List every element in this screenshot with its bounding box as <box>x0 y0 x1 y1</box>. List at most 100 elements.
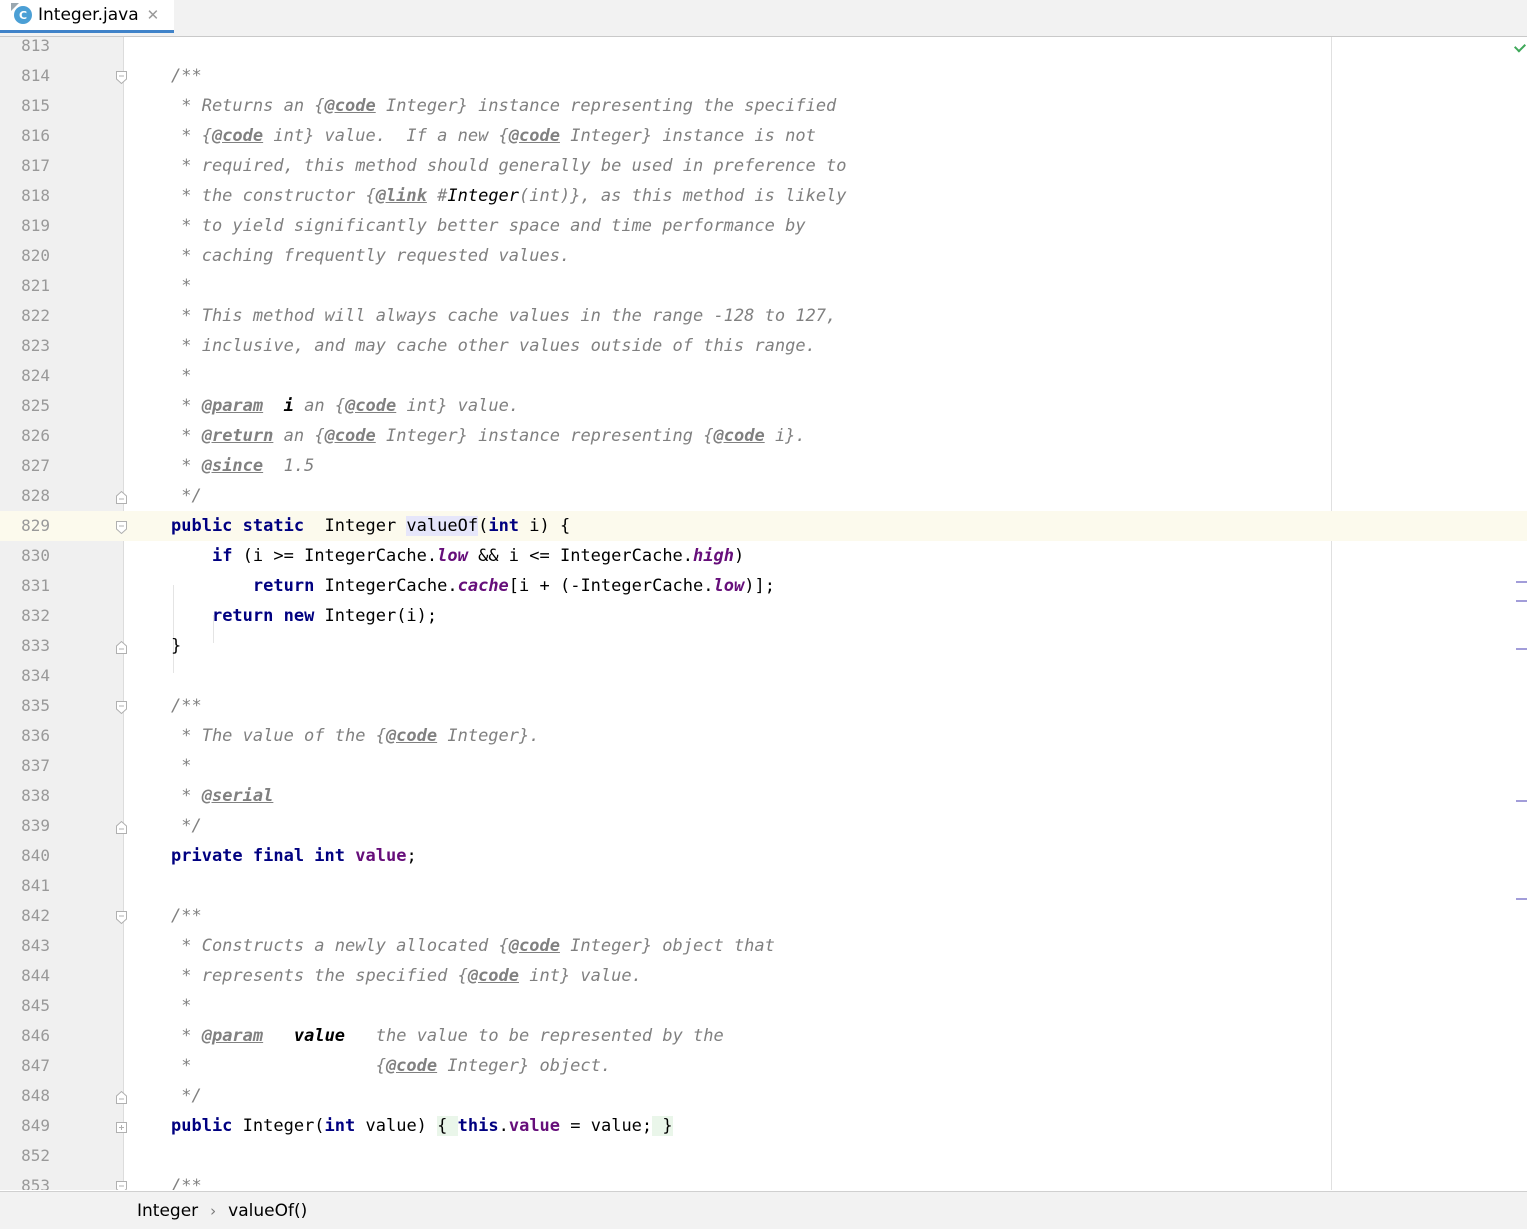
fold-marker-icon[interactable] <box>116 489 127 504</box>
line-number: 842 <box>21 906 50 925</box>
java-class-icon: C <box>14 6 32 24</box>
code-line[interactable]: 845 * <box>0 991 1527 1021</box>
code-line[interactable]: 823 * inclusive, and may cache other val… <box>0 331 1527 361</box>
code-line[interactable]: 821 * <box>0 271 1527 301</box>
code-line[interactable]: 826 * @return an {@code Integer} instanc… <box>0 421 1527 451</box>
code-token: an { <box>293 396 346 416</box>
code-token: high <box>693 546 734 566</box>
breadcrumb-item-method[interactable]: valueOf() <box>228 1201 307 1221</box>
code-token: public static <box>171 516 305 536</box>
breadcrumb: Integer › valueOf() <box>0 1191 1527 1229</box>
fold-marker-icon[interactable] <box>116 519 127 535</box>
code-token: i <box>283 396 294 416</box>
code-token: Integer} instance representing the speci… <box>375 96 837 116</box>
code-line[interactable]: 853 /** <box>0 1171 1527 1190</box>
line-number: 848 <box>21 1086 50 1105</box>
tab-integer-java[interactable]: C Integer.java ✕ <box>0 0 174 33</box>
code-line[interactable]: 827 * @since 1.5 <box>0 451 1527 481</box>
code-line[interactable]: 839 */ <box>0 811 1527 841</box>
code-text: if (i >= IntegerCache.low && i <= Intege… <box>171 541 744 571</box>
code-token: Integer <box>304 516 407 536</box>
fold-expand-icon[interactable] <box>116 1119 127 1133</box>
code-line[interactable]: 836 * The value of the {@code Integer}. <box>0 721 1527 751</box>
code-line[interactable]: 834 <box>0 661 1527 691</box>
code-token: cache <box>457 576 509 596</box>
code-line[interactable]: 830 if (i >= IntegerCache.low && i <= In… <box>0 541 1527 571</box>
line-number: 844 <box>21 966 50 985</box>
code-line[interactable]: 835 /** <box>0 691 1527 721</box>
scroll-marker[interactable] <box>1516 600 1527 602</box>
code-token: int <box>324 1116 356 1136</box>
fold-marker-icon[interactable] <box>116 909 127 925</box>
fold-marker-icon[interactable] <box>116 1089 127 1104</box>
code-token: @code <box>324 96 376 116</box>
code-line[interactable]: 846 * @param value the value to be repre… <box>0 1021 1527 1051</box>
code-line[interactable]: 815 * Returns an {@code Integer} instanc… <box>0 91 1527 121</box>
code-token: * inclusive, and may cache other values … <box>171 336 816 356</box>
code-line[interactable]: 828 */ <box>0 481 1527 511</box>
code-token: Integer <box>447 186 520 206</box>
code-line[interactable]: 832 return new Integer(i); <box>0 601 1527 631</box>
line-number: 818 <box>21 186 50 205</box>
code-line[interactable]: 816 * {@code int} value. If a new {@code… <box>0 121 1527 151</box>
code-line[interactable]: 824 * <box>0 361 1527 391</box>
scroll-marker[interactable] <box>1516 648 1527 650</box>
line-number: 814 <box>21 66 50 85</box>
code-text: /** <box>171 1171 202 1190</box>
code-line[interactable]: 841 <box>0 871 1527 901</box>
code-token: @code <box>467 966 519 986</box>
code-line[interactable]: 829 public static Integer valueOf(int i) … <box>0 511 1527 541</box>
fold-marker-icon[interactable] <box>116 639 127 654</box>
code-line[interactable]: 831 return IntegerCache.cache[i + (-Inte… <box>0 571 1527 601</box>
code-line[interactable]: 840 private final int value; <box>0 841 1527 871</box>
fold-marker-icon[interactable] <box>116 699 127 715</box>
code-line[interactable]: 819 * to yield significantly better spac… <box>0 211 1527 241</box>
code-line[interactable]: 814 /** <box>0 61 1527 91</box>
code-line[interactable]: 838 * @serial <box>0 781 1527 811</box>
code-token: * to yield significantly better space an… <box>171 216 806 236</box>
code-line[interactable]: 848 */ <box>0 1081 1527 1111</box>
code-line[interactable]: 825 * @param i an {@code int} value. <box>0 391 1527 421</box>
code-line[interactable]: 842 /** <box>0 901 1527 931</box>
scroll-marker[interactable] <box>1516 800 1527 802</box>
code-token: valueOf <box>406 516 479 536</box>
line-number: 826 <box>21 426 50 445</box>
code-token: return new <box>211 606 315 626</box>
line-number: 841 <box>21 876 50 895</box>
close-icon[interactable]: ✕ <box>147 6 160 24</box>
code-line[interactable]: 817 * required, this method should gener… <box>0 151 1527 181</box>
code-token: @serial <box>201 786 274 806</box>
code-line[interactable]: 813 <box>0 37 1527 61</box>
breadcrumb-item-class[interactable]: Integer <box>137 1201 198 1221</box>
code-token: @link <box>375 186 427 206</box>
code-token: * <box>171 396 202 416</box>
code-line[interactable]: 833} <box>0 631 1527 661</box>
fold-marker-icon[interactable] <box>116 819 127 834</box>
code-token: * Returns an { <box>171 96 325 116</box>
fold-marker-icon[interactable] <box>116 1179 127 1190</box>
code-editor[interactable]: 813 814/** 815 * Returns an {@code Integer… <box>0 37 1527 1190</box>
code-token: value <box>508 1116 561 1136</box>
code-text: * inclusive, and may cache other values … <box>171 331 816 361</box>
code-line[interactable]: 849 public Integer(int value) { this.valu… <box>0 1111 1527 1141</box>
line-number: 831 <box>21 576 50 595</box>
code-line[interactable]: 837 * <box>0 751 1527 781</box>
code-line[interactable]: 852 <box>0 1141 1527 1171</box>
code-line[interactable]: 820 * caching frequently requested value… <box>0 241 1527 271</box>
code-line[interactable]: 843 * Constructs a newly allocated {@cod… <box>0 931 1527 961</box>
scroll-marker[interactable] <box>1516 581 1527 583</box>
line-number: 825 <box>21 396 50 415</box>
code-line[interactable]: 822 * This method will always cache valu… <box>0 301 1527 331</box>
code-text: return new Integer(i); <box>171 601 437 631</box>
code-token: [i + (-IntegerCache. <box>508 576 714 596</box>
scroll-marker[interactable] <box>1516 898 1527 900</box>
code-line[interactable]: 847 * {@code Integer} object. <box>0 1051 1527 1081</box>
code-line[interactable]: 818 * the constructor {@link #Integer(in… <box>0 181 1527 211</box>
fold-marker-icon[interactable] <box>116 69 127 85</box>
code-token: * <box>171 1026 202 1046</box>
code-token: ) <box>733 546 745 566</box>
code-line[interactable]: 844 * represents the specified {@code in… <box>0 961 1527 991</box>
code-token: } <box>171 636 182 656</box>
code-text: * Constructs a newly allocated {@code In… <box>171 931 775 961</box>
